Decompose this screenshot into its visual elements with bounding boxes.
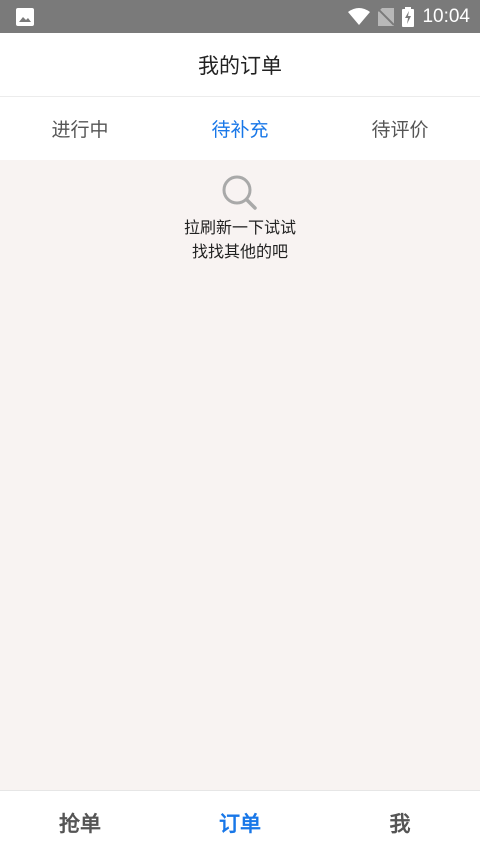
app-header: 我的订单 bbox=[0, 33, 480, 97]
status-time: 10:04 bbox=[422, 5, 470, 27]
no-sim-icon bbox=[378, 7, 395, 26]
wifi-icon bbox=[348, 7, 371, 25]
status-bar: 10:04 bbox=[0, 0, 480, 33]
empty-hint-line2: 找找其他的吧 bbox=[191, 242, 288, 261]
tab-in-progress[interactable]: 进行中 bbox=[0, 97, 160, 160]
empty-hint-line1: 拉刷新一下试试 bbox=[183, 218, 296, 237]
tab-pending-supplement[interactable]: 待补充 bbox=[160, 97, 320, 160]
nav-orders[interactable]: 订单 bbox=[160, 791, 320, 854]
image-notification-icon bbox=[16, 8, 34, 26]
empty-state: 拉刷新一下试试 找找其他的吧 bbox=[0, 174, 480, 264]
page-title: 我的订单 bbox=[198, 53, 282, 78]
nav-me[interactable]: 我 bbox=[320, 791, 480, 854]
nav-grab-order[interactable]: 抢单 bbox=[0, 791, 160, 854]
bottom-nav: 抢单 订单 我 bbox=[0, 790, 480, 854]
search-icon bbox=[222, 175, 257, 210]
order-tabs: 进行中 待补充 待评价 bbox=[0, 97, 480, 160]
order-list-area[interactable]: 拉刷新一下试试 找找其他的吧 bbox=[0, 160, 480, 790]
battery-charging-icon bbox=[402, 6, 415, 27]
tab-pending-review[interactable]: 待评价 bbox=[320, 97, 480, 160]
